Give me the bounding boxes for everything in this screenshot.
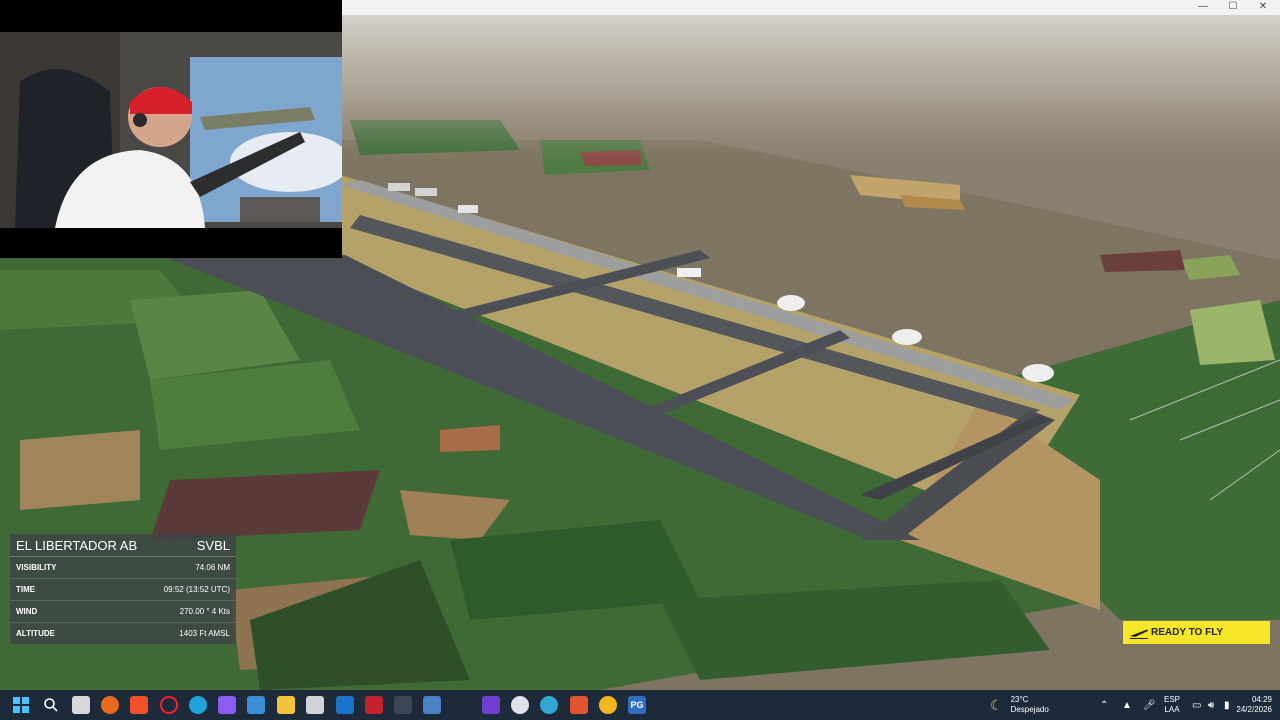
steam-icon[interactable]: [511, 696, 529, 714]
info-row-visibility: VISIBILITY 74.06 NM: [10, 557, 236, 579]
volume-icon[interactable]: 🔊︎: [1208, 690, 1214, 720]
webcam-feed-image: [0, 32, 342, 228]
ready-to-fly-button[interactable]: READY TO FLY: [1123, 621, 1270, 644]
row-label: TIME: [16, 585, 36, 594]
webcam-overlay: [0, 0, 342, 258]
airport-name: EL LIBERTADOR AB: [16, 537, 138, 553]
airport-info-panel: EL LIBERTADOR AB SVBL VISIBILITY 74.06 N…: [10, 534, 236, 644]
plane-takeoff-icon: [1129, 627, 1149, 639]
row-label: WIND: [16, 607, 38, 616]
brave-icon[interactable]: [130, 696, 148, 714]
ready-to-fly-label: READY TO FLY: [1151, 627, 1224, 638]
microphone-icon[interactable]: 🎤︎: [1143, 690, 1156, 720]
taskbar: PG ☾ 23°C Despejado ⌃ ▲ 🎤︎ ESP LAA ▭ 🔊︎ …: [0, 690, 1280, 720]
weather-temp: 23°C: [1010, 695, 1029, 704]
outlook-icon[interactable]: [336, 696, 354, 714]
clock-date: 24/2/2026: [1236, 705, 1272, 714]
sun-app-icon[interactable]: [599, 696, 617, 714]
weather-widget[interactable]: ☾ 23°C Despejado: [990, 690, 1049, 720]
vpn-icon[interactable]: [482, 696, 500, 714]
pg-icon[interactable]: PG: [628, 696, 646, 714]
close-button[interactable]: ✕: [1248, 0, 1278, 15]
language-line2: LAA: [1164, 705, 1180, 714]
globe-icon[interactable]: [540, 696, 558, 714]
app-blue-icon[interactable]: [423, 696, 441, 714]
search-icon[interactable]: [42, 696, 60, 714]
app-tray-icon[interactable]: ▲: [1122, 690, 1132, 720]
opera-icon[interactable]: [160, 696, 178, 714]
office-icon[interactable]: [570, 696, 588, 714]
info-row-time: TIME 09:52 (13:52 UTC): [10, 579, 236, 601]
row-label: VISIBILITY: [16, 563, 57, 572]
battery-icon[interactable]: ▮: [1224, 690, 1230, 720]
moon-icon: ☾: [990, 696, 1003, 713]
airport-header: EL LIBERTADOR AB SVBL: [10, 534, 236, 557]
row-label: ALTITUDE: [16, 629, 55, 638]
edge-icon[interactable]: [189, 696, 207, 714]
language-indicator[interactable]: ESP LAA: [1164, 690, 1180, 720]
clock[interactable]: 04:29 24/2/2026: [1236, 690, 1272, 720]
row-value: 1403 Ft AMSL: [179, 629, 230, 638]
remote-desktop-icon[interactable]: [247, 696, 265, 714]
row-value: 74.06 NM: [195, 563, 230, 572]
row-value: 09:52 (13:52 UTC): [163, 585, 230, 594]
firefox-icon[interactable]: [101, 696, 119, 714]
app-red-icon[interactable]: [365, 696, 383, 714]
copilot-icon[interactable]: [218, 696, 236, 714]
start-icon[interactable]: [12, 696, 30, 714]
store-icon[interactable]: [306, 696, 324, 714]
task-view-icon[interactable]: [72, 696, 90, 714]
info-row-wind: WIND 270.00 ° 4 Kts: [10, 601, 236, 623]
row-value: 270.00 ° 4 Kts: [179, 607, 230, 616]
network-icon[interactable]: ▭: [1192, 690, 1201, 720]
language-line1: ESP: [1164, 695, 1181, 704]
flight-sim-icon[interactable]: [394, 696, 412, 714]
weather-condition: Despejado: [1010, 705, 1049, 714]
clock-time: 04:29: [1251, 695, 1272, 704]
maximize-button[interactable]: ☐: [1218, 0, 1248, 15]
airport-icao: SVBL: [196, 537, 230, 553]
tray-chevron-icon[interactable]: ⌃: [1100, 690, 1108, 720]
file-explorer-icon[interactable]: [277, 696, 295, 714]
window-titlebar: — ☐ ✕: [342, 0, 1280, 15]
minimize-button[interactable]: —: [1188, 0, 1218, 15]
info-row-altitude: ALTITUDE 1403 Ft AMSL: [10, 623, 236, 644]
